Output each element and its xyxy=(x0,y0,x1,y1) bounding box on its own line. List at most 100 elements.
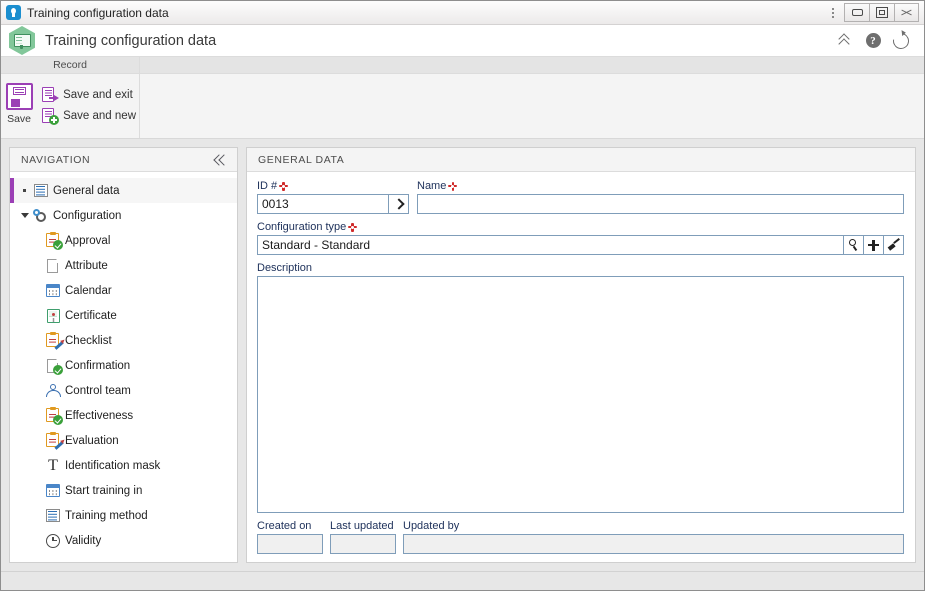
id-field-group: ID # xyxy=(257,180,409,214)
save-button[interactable]: Save xyxy=(4,78,34,138)
add-new-button[interactable] xyxy=(864,235,884,255)
id-label: ID # xyxy=(257,180,409,192)
collapse-ribbon-icon[interactable] xyxy=(832,28,858,54)
page-title: Training configuration data xyxy=(45,32,217,49)
clipboard-check-icon xyxy=(44,231,63,250)
nav-item-start-training-in[interactable]: Start training in xyxy=(10,478,237,503)
document-lines-icon xyxy=(44,508,62,524)
required-marker-icon xyxy=(448,181,458,191)
last-updated-input xyxy=(330,534,396,554)
gears-icon xyxy=(32,208,50,224)
clear-field-icon xyxy=(888,239,900,251)
save-and-new-button[interactable]: Save and new xyxy=(38,105,139,126)
nav-item-evaluation[interactable]: Evaluation xyxy=(10,428,237,453)
clear-field-button[interactable] xyxy=(884,235,904,255)
nav-item-general-data[interactable]: General data xyxy=(10,178,237,203)
nav-item-label: Attribute xyxy=(65,259,108,272)
save-and-exit-button[interactable]: Save and exit xyxy=(38,84,139,105)
audit-fields-row: Created on Last updated Updated by xyxy=(257,513,904,562)
clock-icon xyxy=(44,533,62,549)
nav-item-label: Evaluation xyxy=(65,434,119,447)
nav-item-configuration[interactable]: Configuration xyxy=(10,203,237,228)
last-updated-field-group: Last updated xyxy=(330,520,396,554)
clipboard-check-icon xyxy=(44,406,63,425)
close-icon xyxy=(901,8,912,18)
nav-item-effectiveness[interactable]: Effectiveness xyxy=(10,403,237,428)
nav-item-label: Validity xyxy=(65,534,102,547)
pen-badge-icon xyxy=(53,439,64,450)
chevron-right-icon xyxy=(394,199,403,210)
save-and-exit-label: Save and exit xyxy=(63,88,133,101)
nav-item-label: Training method xyxy=(65,509,148,522)
chevron-down-icon[interactable] xyxy=(20,213,29,218)
nav-item-label: Confirmation xyxy=(65,359,131,372)
nav-item-validity[interactable]: Validity xyxy=(10,528,237,553)
text-T-icon: T xyxy=(48,456,58,474)
nav-item-approval[interactable]: Approval xyxy=(10,228,237,253)
nav-item-label: Approval xyxy=(65,234,111,247)
nav-item-label: Control team xyxy=(65,384,131,397)
document-lines-icon xyxy=(32,183,50,199)
page-check-icon xyxy=(44,358,63,375)
created-on-label: Created on xyxy=(257,520,312,532)
required-marker-icon xyxy=(348,222,358,232)
navigation-list: General data Configuration Approval Attribu… xyxy=(10,172,237,562)
name-input[interactable] xyxy=(417,194,904,214)
id-lookup-button[interactable] xyxy=(389,194,409,214)
title-bar: Training configuration data xyxy=(1,1,924,25)
nav-item-calendar[interactable]: Calendar xyxy=(10,278,237,303)
page-icon xyxy=(44,258,62,274)
section-title: GENERAL DATA xyxy=(258,153,345,166)
nav-item-label: General data xyxy=(53,184,120,197)
check-badge-icon xyxy=(53,364,63,375)
id-input[interactable] xyxy=(257,194,389,214)
kebab-menu-icon[interactable] xyxy=(822,1,844,25)
nav-item-certificate[interactable]: Certificate xyxy=(10,303,237,328)
nav-item-attribute[interactable]: Attribute xyxy=(10,253,237,278)
created-on-field-group: Created on xyxy=(257,520,323,554)
minimize-button[interactable] xyxy=(844,3,869,22)
minimize-icon xyxy=(851,9,863,16)
configuration-type-field-group: Configuration type xyxy=(257,221,904,255)
navigation-title: NAVIGATION xyxy=(21,153,91,166)
updated-by-label: Updated by xyxy=(403,520,460,532)
help-icon[interactable]: ? xyxy=(860,28,886,54)
configuration-type-input[interactable] xyxy=(257,235,844,255)
nav-item-label: Certificate xyxy=(65,309,117,322)
description-textarea[interactable] xyxy=(257,276,904,513)
app-header: Training configuration data ? xyxy=(1,25,924,57)
required-marker-icon xyxy=(279,181,289,191)
nav-item-confirmation[interactable]: Confirmation xyxy=(10,353,237,378)
name-label: Name xyxy=(417,180,904,192)
status-bar xyxy=(1,571,924,590)
nav-item-checklist[interactable]: Checklist xyxy=(10,328,237,353)
restore-icon xyxy=(876,7,888,18)
floppy-disk-icon xyxy=(5,83,33,110)
nav-item-label: Identification mask xyxy=(65,459,161,472)
calendar-icon xyxy=(44,283,62,299)
lookup-search-button[interactable] xyxy=(844,235,864,255)
clipboard-pen-icon xyxy=(44,331,62,349)
close-button[interactable] xyxy=(894,3,919,22)
nav-item-training-method[interactable]: Training method xyxy=(10,503,237,528)
nav-item-identification-mask[interactable]: T Identification mask xyxy=(10,453,237,478)
description-label: Description xyxy=(257,262,313,274)
nav-item-label: Calendar xyxy=(65,284,112,297)
nav-item-label: Start training in xyxy=(65,484,143,497)
ribbon-empty-area xyxy=(140,57,924,138)
last-updated-label: Last updated xyxy=(330,520,394,532)
check-badge-icon xyxy=(53,414,63,425)
content-panel: GENERAL DATA ID # 0013 Name Configuratio… xyxy=(246,147,916,563)
certificate-icon xyxy=(44,308,62,324)
created-on-input xyxy=(257,534,323,554)
nav-item-control-team[interactable]: Control team xyxy=(10,378,237,403)
app-logo-icon xyxy=(6,5,21,20)
name-field-group: Name xyxy=(417,180,904,214)
check-badge-icon xyxy=(53,239,63,250)
double-chevron-left-icon[interactable] xyxy=(215,154,229,166)
nav-item-label: Checklist xyxy=(65,334,112,347)
refresh-icon[interactable] xyxy=(888,28,914,54)
ribbon-toolbar: Record Save Save and exit Save and new xyxy=(1,57,924,139)
save-new-icon xyxy=(41,107,60,125)
restore-button[interactable] xyxy=(869,3,894,22)
